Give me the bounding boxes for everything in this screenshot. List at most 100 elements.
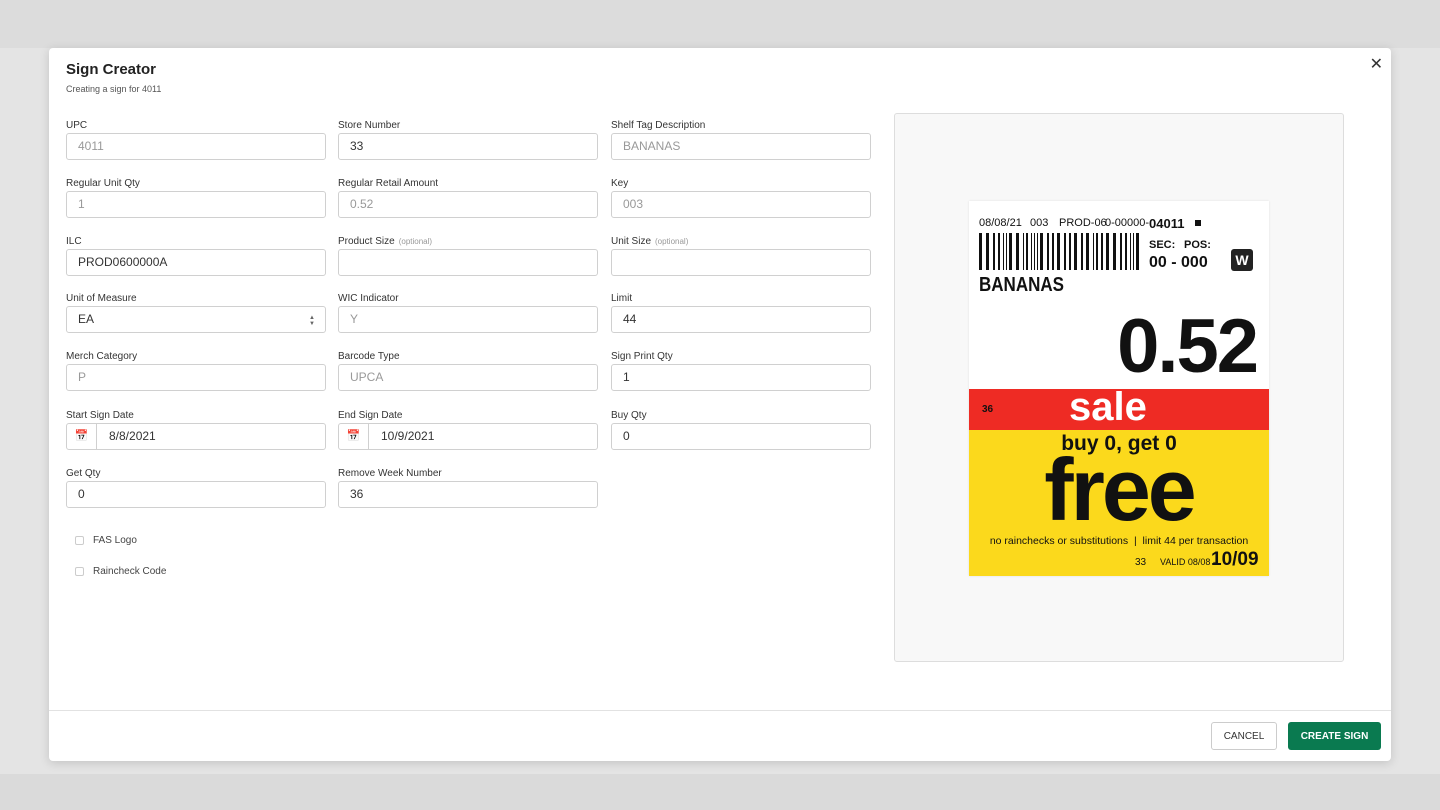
barcode <box>979 233 1144 270</box>
dialog-footer: CANCEL CREATE SIGN <box>49 710 1391 761</box>
field-limit: Limit 44 <box>611 293 871 333</box>
sign-upc: 04011 <box>1149 216 1185 231</box>
buy-qty-input[interactable]: 0 <box>611 423 871 450</box>
store-number-input[interactable]: 33 <box>338 133 598 160</box>
field-unit-size: Unit Size (optional) <box>611 236 871 276</box>
field-label: Merch Category <box>66 351 138 362</box>
regular-retail-amount-input[interactable]: 0.52 <box>338 191 598 218</box>
field-shelf-tag-description: Shelf Tag Description BANANAS <box>611 120 871 160</box>
field-label: Get Qty <box>66 468 101 479</box>
barcode-bar <box>1034 233 1035 270</box>
close-icon[interactable]: ✕ <box>1370 54 1383 74</box>
unit-size-input[interactable] <box>611 249 871 276</box>
barcode-bar <box>1052 233 1054 270</box>
barcode-bar <box>1023 233 1024 270</box>
end-date: 10/09 <box>1211 549 1259 570</box>
field-wic-indicator: WIC Indicator Y <box>338 293 598 333</box>
sign-key: 003 <box>1030 217 1049 229</box>
field-label: Remove Week Number <box>338 468 442 479</box>
field-store-number: Store Number 33 <box>338 120 598 160</box>
field-label: Start Sign Date <box>66 410 134 421</box>
field-label: UPC <box>66 120 88 131</box>
barcode-bar <box>1130 233 1131 270</box>
field-label: Sign Print Qty <box>611 351 673 362</box>
regular-unit-qty-input[interactable]: 1 <box>66 191 326 218</box>
field-label: Regular Unit Qty <box>66 178 140 189</box>
field-label: Unit of Measure <box>66 293 137 304</box>
field-label: Store Number <box>338 120 401 131</box>
wic-badge: W <box>1231 249 1253 271</box>
barcode-bar <box>1101 233 1103 270</box>
remove-week-number-input[interactable]: 36 <box>338 481 598 508</box>
sign-sec-label: SEC: <box>1149 239 1176 251</box>
field-label: Barcode Type <box>338 351 400 362</box>
sign-sec-pos: 00 - 000 <box>1149 254 1208 271</box>
barcode-bar <box>1047 233 1049 270</box>
barcode-bar <box>1009 233 1012 270</box>
sign-upc-prefix: 0-00000- <box>1105 217 1150 229</box>
checkbox-raincheck-code[interactable]: Raincheck Code <box>75 566 166 577</box>
limit-input[interactable]: 44 <box>611 306 871 333</box>
cancel-button[interactable]: CANCEL <box>1211 722 1277 750</box>
barcode-bar <box>1086 233 1089 270</box>
get-qty-input[interactable]: 0 <box>66 481 326 508</box>
field-barcode-type: Barcode Type UPCA <box>338 351 598 391</box>
key-input[interactable]: 003 <box>611 191 871 218</box>
calendar-icon[interactable]: 📅 <box>67 424 97 449</box>
field-regular-retail-amount: Regular Retail Amount 0.52 <box>338 178 598 218</box>
barcode-bar <box>1133 233 1134 270</box>
field-label: Unit Size (optional) <box>611 236 689 247</box>
barcode-bar <box>1057 233 1060 270</box>
field-label: Buy Qty <box>611 410 647 421</box>
barcode-bar <box>1093 233 1094 270</box>
barcode-bar <box>1081 233 1083 270</box>
create-sign-button[interactable]: CREATE SIGN <box>1288 722 1381 750</box>
field-merch-category: Merch Category P <box>66 351 326 391</box>
calendar-icon[interactable]: 📅 <box>339 424 369 449</box>
background-app-footer <box>0 774 1440 810</box>
optional-hint: (optional) <box>398 237 433 246</box>
ilc-input[interactable]: PROD0600000A <box>66 249 326 276</box>
checkbox-fas-logo[interactable]: FAS Logo <box>75 535 137 546</box>
dialog-title: Sign Creator <box>66 61 157 78</box>
shelf-tag-description-input[interactable]: BANANAS <box>611 133 871 160</box>
field-label: ILC <box>66 236 82 247</box>
sign-print-qty-input[interactable]: 1 <box>611 364 871 391</box>
field-sign-print-qty: Sign Print Qty 1 <box>611 351 871 391</box>
barcode-type-input[interactable]: UPCA <box>338 364 598 391</box>
field-key: Key 003 <box>611 178 871 218</box>
barcode-bar <box>986 233 989 270</box>
sale-text: sale <box>1069 385 1147 429</box>
start-sign-date-input[interactable]: 📅 8/8/2021 <box>66 423 326 450</box>
field-start-sign-date: Start Sign Date 📅 8/8/2021 <box>66 410 326 450</box>
barcode-bar <box>1074 233 1077 270</box>
merch-category-input[interactable]: P <box>66 364 326 391</box>
field-label: WIC Indicator <box>338 293 399 304</box>
field-regular-unit-qty: Regular Unit Qty 1 <box>66 178 326 218</box>
product-size-input[interactable] <box>338 249 598 276</box>
square-icon <box>1195 220 1201 226</box>
barcode-bar <box>1106 233 1109 270</box>
field-label: Regular Retail Amount <box>338 178 439 189</box>
free-text: free <box>1044 440 1196 539</box>
end-sign-date-input[interactable]: 📅 10/9/2021 <box>338 423 598 450</box>
sale-banner: 36 sale <box>969 385 1269 430</box>
barcode-bar <box>1120 233 1122 270</box>
sign-date: 08/08/21 <box>979 217 1022 229</box>
barcode-bar <box>1064 233 1066 270</box>
checkbox-box[interactable] <box>75 536 84 545</box>
barcode-bar <box>993 233 995 270</box>
field-upc: UPC 4011 <box>66 120 326 160</box>
checkbox-box[interactable] <box>75 567 84 576</box>
unit-of-measure-select[interactable]: EA ▲ ▼ <box>66 306 326 333</box>
field-label: Product Size (optional) <box>338 236 433 247</box>
barcode-bar <box>1006 233 1007 270</box>
sign-preview-panel: 08/08/21 003 PROD-06 0-00000- 04011 SEC:… <box>894 113 1344 662</box>
wic-indicator-input[interactable]: Y <box>338 306 598 333</box>
barcode-bar <box>1136 233 1139 270</box>
field-end-sign-date: End Sign Date 📅 10/9/2021 <box>338 410 598 450</box>
upc-input[interactable]: 4011 <box>66 133 326 160</box>
barcode-bar <box>1069 233 1071 270</box>
sign-description: BANANAS <box>979 274 1064 296</box>
barcode-bar <box>1037 233 1038 270</box>
